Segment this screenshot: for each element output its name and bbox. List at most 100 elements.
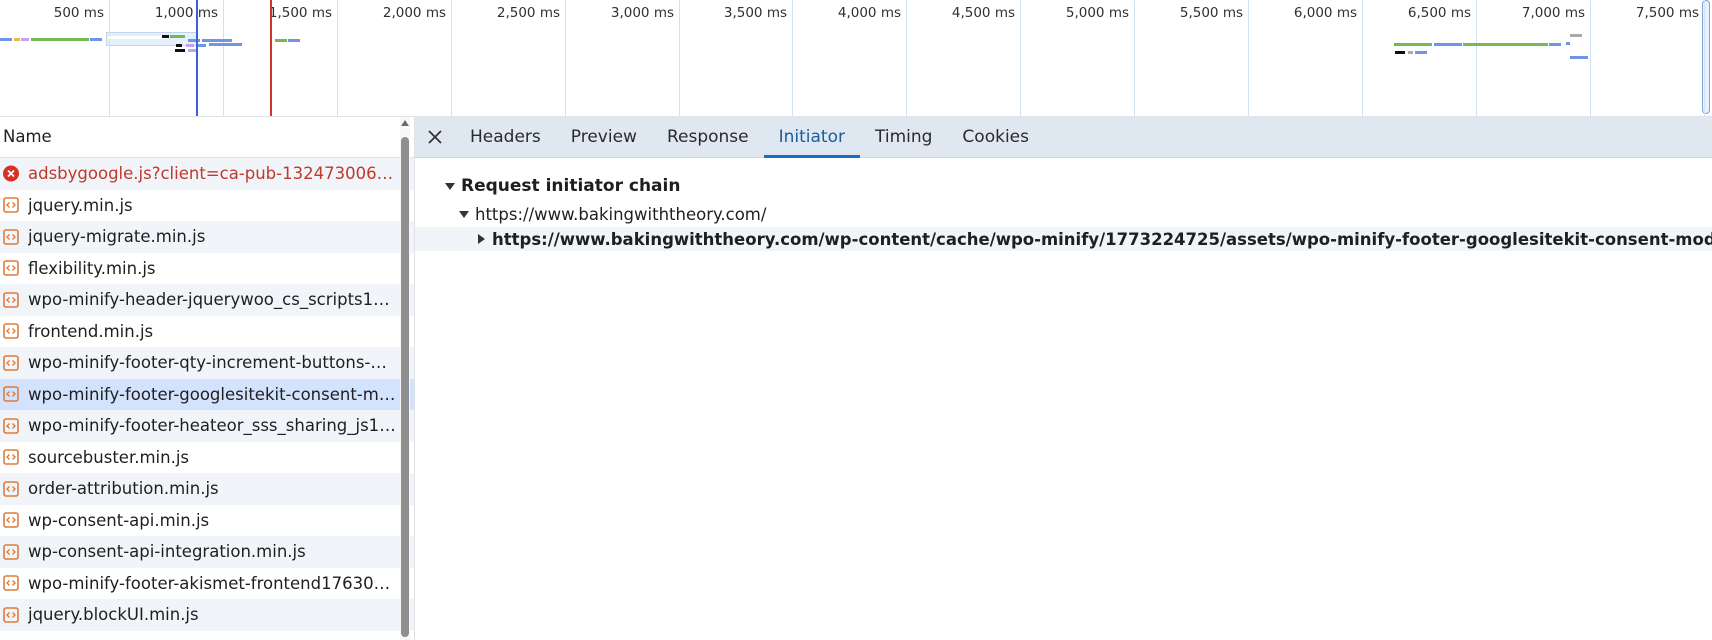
script-file-icon — [3, 417, 19, 434]
request-type-icon — [3, 417, 19, 434]
tab-headers[interactable]: Headers — [455, 117, 556, 157]
tab-timing[interactable]: Timing — [860, 117, 947, 157]
waterfall-bar — [108, 36, 168, 39]
request-row[interactable]: adsbygoogle.js?client=ca-pub-13247300640… — [0, 158, 414, 190]
time-gridline — [1020, 0, 1021, 116]
chain-child-url: https://www.bakingwiththeory.com/wp-cont… — [492, 229, 1712, 249]
request-name: jquery-migrate.min.js — [28, 227, 206, 247]
close-icon — [428, 130, 442, 144]
name-column-header[interactable]: Name — [0, 117, 414, 158]
waterfall-bar — [209, 43, 242, 46]
time-tick-label: 4,500 ms — [951, 5, 1015, 21]
time-gridline — [792, 0, 793, 116]
expand-arrow-icon — [459, 210, 469, 218]
time-gridline — [1704, 0, 1705, 116]
chain-root-url: https://www.bakingwiththeory.com/ — [475, 204, 767, 224]
waterfall-bar — [188, 39, 200, 42]
time-tick-label: 2,500 ms — [496, 5, 560, 21]
waterfall-bar — [1394, 43, 1432, 46]
request-type-icon — [3, 512, 19, 529]
request-type-icon — [3, 386, 19, 403]
request-type-icon — [3, 197, 19, 214]
tab-cookies[interactable]: Cookies — [947, 117, 1044, 157]
scrollbar-thumb[interactable] — [401, 137, 409, 637]
request-row[interactable]: wpo-minify-footer-qty-increment-buttons-… — [0, 347, 414, 379]
time-gridline — [679, 0, 680, 116]
time-gridline — [1248, 0, 1249, 116]
request-type-icon — [3, 354, 19, 371]
request-row[interactable]: wpo-minify-footer-googlesitekit-consent-… — [0, 378, 414, 410]
request-name: wpo-minify-footer-akismet-frontend176302… — [28, 573, 396, 593]
request-type-icon — [3, 575, 19, 592]
request-name: wp-consent-api.min.js — [28, 510, 210, 530]
request-name: jquery.min.js — [28, 195, 133, 215]
request-type-icon — [3, 606, 19, 623]
request-type-icon — [3, 480, 19, 497]
scroll-up-arrow-icon[interactable] — [401, 120, 409, 126]
request-row[interactable]: jquery-migrate.min.js — [0, 221, 414, 253]
waterfall-bar — [1570, 56, 1588, 59]
request-row[interactable]: flexibility.min.js — [0, 253, 414, 285]
tab-preview[interactable]: Preview — [556, 117, 652, 157]
script-file-icon — [3, 354, 19, 371]
script-file-icon — [3, 386, 19, 403]
request-name: wpo-minify-footer-googlesitekit-consent-… — [28, 384, 396, 404]
expand-arrow-icon — [445, 182, 455, 190]
time-tick-label: 4,000 ms — [837, 5, 901, 21]
request-name: wpo-minify-footer-heateor_sss_sharing_js… — [28, 416, 396, 436]
time-tick-label: 2,000 ms — [382, 5, 446, 21]
waterfall-bar — [1566, 42, 1570, 45]
request-row[interactable]: frontend.min.js — [0, 316, 414, 348]
load-event-marker — [270, 0, 272, 116]
initiator-chain: Request initiator chain https://www.baki… — [415, 158, 1712, 251]
request-detail-panel: Headers Preview Response Initiator Timing Coo… — [415, 117, 1712, 640]
request-row[interactable]: wpo-minify-footer-akismet-frontend176302… — [0, 568, 414, 600]
script-file-icon — [3, 260, 19, 277]
time-gridline — [337, 0, 338, 116]
request-row[interactable]: wp-consent-api.min.js — [0, 505, 414, 537]
script-file-icon — [3, 323, 19, 340]
waterfall-bar — [0, 38, 12, 41]
request-row[interactable]: jquery.blockUI.min.js — [0, 599, 414, 631]
request-name: sourcebuster.min.js — [28, 447, 189, 467]
close-detail-button[interactable] — [415, 117, 455, 157]
time-tick-label: 6,000 ms — [1293, 5, 1357, 21]
tab-initiator[interactable]: Initiator — [763, 117, 861, 158]
request-type-icon — [3, 260, 19, 277]
script-file-icon — [3, 291, 19, 308]
time-gridline — [451, 0, 452, 116]
chain-child-item[interactable]: https://www.bakingwiththeory.com/wp-cont… — [415, 227, 1712, 251]
request-type-icon — [3, 291, 19, 308]
waterfall-bar — [176, 44, 182, 47]
waterfall-bar — [1434, 43, 1462, 46]
time-tick-label: 7,500 ms — [1635, 5, 1699, 21]
request-row[interactable]: order-attribution.min.js — [0, 473, 414, 505]
request-name: wpo-minify-footer-qty-increment-buttons-… — [28, 353, 396, 373]
request-list-scrollbar[interactable] — [400, 117, 410, 640]
waterfall-bar — [1463, 43, 1548, 46]
request-row[interactable]: jquery.min.js — [0, 190, 414, 222]
script-file-icon — [3, 606, 19, 623]
waterfall-bar — [1408, 51, 1413, 54]
collapse-arrow-icon — [478, 234, 485, 244]
request-row[interactable]: wp-consent-api-integration.min.js — [0, 536, 414, 568]
chain-title-toggle[interactable]: Request initiator chain — [445, 174, 1712, 198]
tab-response[interactable]: Response — [652, 117, 764, 157]
waterfall-bar — [31, 38, 89, 41]
time-tick-label: 1,500 ms — [268, 5, 332, 21]
waterfall-overview[interactable]: 500 ms 1,000 ms 1,500 ms 2,000 ms 2,500 ms 3,… — [0, 0, 1712, 117]
waterfall-bar — [288, 39, 300, 42]
request-name: wpo-minify-header-jquerywoo_cs_scripts17… — [28, 290, 396, 310]
request-row[interactable]: wpo-minify-header-jquerywoo_cs_scripts17… — [0, 284, 414, 316]
script-file-icon — [3, 449, 19, 466]
waterfall-bar — [14, 38, 20, 41]
time-tick-label: 3,000 ms — [610, 5, 674, 21]
chain-root-item[interactable]: https://www.bakingwiththeory.com/ — [459, 201, 1712, 227]
request-row[interactable]: sourcebuster.min.js — [0, 442, 414, 474]
time-tick-label: 5,000 ms — [1065, 5, 1129, 21]
request-type-icon — [3, 323, 19, 340]
time-tick-label: 500 ms — [53, 5, 104, 21]
chain-title: Request initiator chain — [461, 176, 681, 196]
detail-tabbar: Headers Preview Response Initiator Timing Coo… — [415, 117, 1712, 158]
request-row[interactable]: wpo-minify-footer-heateor_sss_sharing_js… — [0, 410, 414, 442]
